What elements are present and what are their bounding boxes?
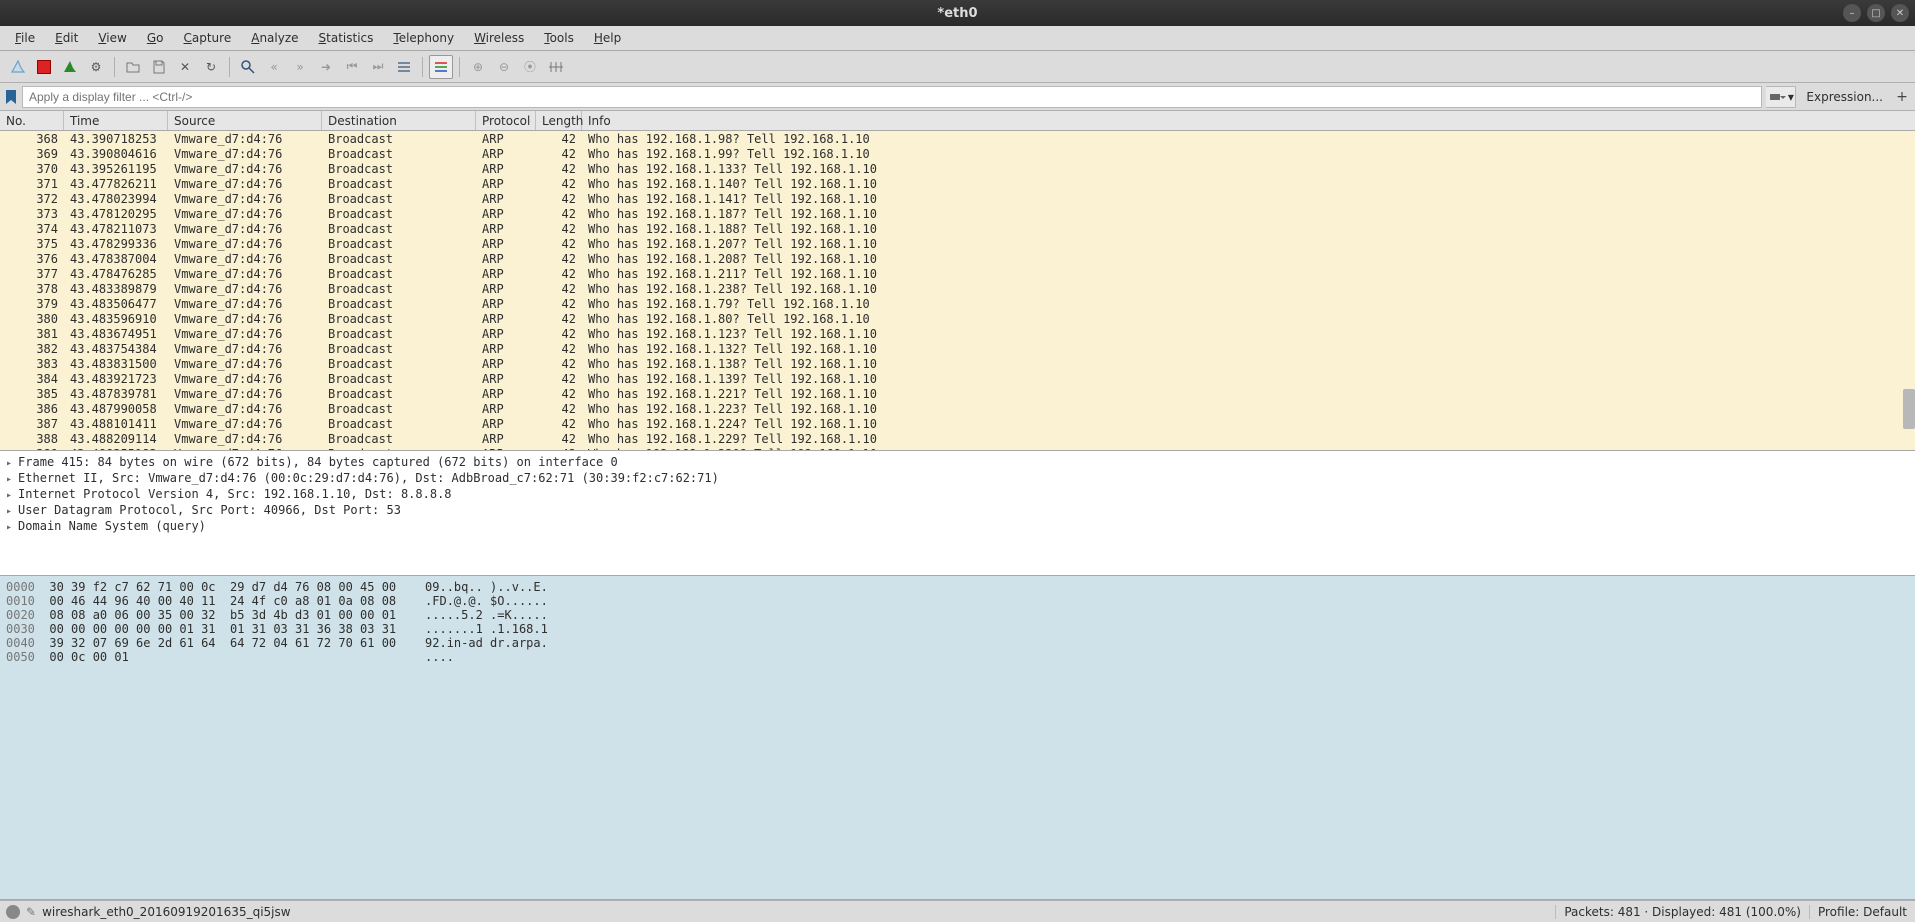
- menu-edit[interactable]: Edit: [46, 28, 87, 48]
- packet-row[interactable]: 38743.488101411Vmware_d7:d4:76BroadcastA…: [0, 416, 1915, 431]
- packet-row[interactable]: 37343.478120295Vmware_d7:d4:76BroadcastA…: [0, 206, 1915, 221]
- packet-row[interactable]: 37443.478211073Vmware_d7:d4:76BroadcastA…: [0, 221, 1915, 236]
- packet-details-pane: Frame 415: 84 bytes on wire (672 bits), …: [0, 451, 1915, 576]
- zoom-reset-button[interactable]: ⦿: [518, 55, 542, 79]
- autoscroll-button[interactable]: [392, 55, 416, 79]
- hex-row[interactable]: 0010 00 46 44 96 40 00 40 11 24 4f c0 a8…: [6, 594, 1909, 608]
- menu-wireless[interactable]: Wireless: [465, 28, 533, 48]
- display-filter-input[interactable]: [22, 86, 1762, 108]
- hex-row[interactable]: 0000 30 39 f2 c7 62 71 00 0c 29 d7 d4 76…: [6, 580, 1909, 594]
- column-header-destination[interactable]: Destination: [322, 111, 476, 130]
- menu-tools[interactable]: Tools: [535, 28, 583, 48]
- capture-options-button[interactable]: ⚙: [84, 55, 108, 79]
- go-last-button[interactable]: ⏭: [366, 55, 390, 79]
- column-header-protocol[interactable]: Protocol: [476, 111, 536, 130]
- add-filter-button[interactable]: +: [1893, 88, 1911, 106]
- packet-list-pane: No. Time Source Destination Protocol Len…: [0, 111, 1915, 451]
- expression-button[interactable]: Expression...: [1800, 87, 1889, 107]
- detail-tree-item[interactable]: Ethernet II, Src: Vmware_d7:d4:76 (00:0c…: [6, 471, 1909, 487]
- filter-dropdown-button[interactable]: ▾: [1766, 86, 1796, 108]
- hex-row[interactable]: 0020 08 08 a0 06 00 35 00 32 b5 3d 4b d3…: [6, 608, 1909, 622]
- resize-columns-button[interactable]: [544, 55, 568, 79]
- packet-bytes-pane: 0000 30 39 f2 c7 62 71 00 0c 29 d7 d4 76…: [0, 576, 1915, 900]
- packet-row[interactable]: 38343.483831500Vmware_d7:d4:76BroadcastA…: [0, 356, 1915, 371]
- stop-icon: [37, 60, 51, 74]
- toolbar: ⚙ ✕ ↻ « » ➜ ⏮ ⏭ ⊕ ⊖ ⦿: [0, 51, 1915, 83]
- expert-info-icon[interactable]: [6, 905, 20, 919]
- packet-row[interactable]: 37143.477826211Vmware_d7:d4:76BroadcastA…: [0, 176, 1915, 191]
- menubar: FileEditViewGoCaptureAnalyzeStatisticsTe…: [0, 26, 1915, 51]
- go-forward-button[interactable]: »: [288, 55, 312, 79]
- hex-row[interactable]: 0030 00 00 00 00 00 00 01 31 01 31 03 31…: [6, 622, 1909, 636]
- packet-list-header: No. Time Source Destination Protocol Len…: [0, 111, 1915, 131]
- status-profile[interactable]: Profile: Default: [1810, 905, 1915, 919]
- zoom-out-button[interactable]: ⊖: [492, 55, 516, 79]
- window-title: *eth0: [937, 6, 977, 21]
- shark-fin-icon[interactable]: [6, 55, 30, 79]
- filter-bar: ▾ Expression... +: [0, 83, 1915, 111]
- packet-row[interactable]: 36843.390718253Vmware_d7:d4:76BroadcastA…: [0, 131, 1915, 146]
- go-first-button[interactable]: ⏮: [340, 55, 364, 79]
- minimize-button[interactable]: –: [1843, 4, 1861, 22]
- packet-row[interactable]: 37043.395261195Vmware_d7:d4:76BroadcastA…: [0, 161, 1915, 176]
- menu-help[interactable]: Help: [585, 28, 630, 48]
- detail-tree-item[interactable]: Frame 415: 84 bytes on wire (672 bits), …: [6, 455, 1909, 471]
- zoom-in-button[interactable]: ⊕: [466, 55, 490, 79]
- menu-capture[interactable]: Capture: [174, 28, 240, 48]
- column-header-time[interactable]: Time: [64, 111, 168, 130]
- column-header-length[interactable]: Length: [536, 111, 582, 130]
- packet-row[interactable]: 37743.478476285Vmware_d7:d4:76BroadcastA…: [0, 266, 1915, 281]
- packet-row[interactable]: 38943.488355183Vmware_d7:d4:76BroadcastA…: [0, 446, 1915, 450]
- find-packet-button[interactable]: [236, 55, 260, 79]
- status-file: wireshark_eth0_20160919201635_qi5jsw: [42, 905, 291, 919]
- packet-row[interactable]: 37543.478299336Vmware_d7:d4:76BroadcastA…: [0, 236, 1915, 251]
- status-bar: ✎ wireshark_eth0_20160919201635_qi5jsw P…: [0, 900, 1915, 922]
- column-header-source[interactable]: Source: [168, 111, 322, 130]
- detail-tree-item[interactable]: Internet Protocol Version 4, Src: 192.16…: [6, 487, 1909, 503]
- packet-row[interactable]: 38443.483921723Vmware_d7:d4:76BroadcastA…: [0, 371, 1915, 386]
- hex-row[interactable]: 0050 00 0c 00 01 ....: [6, 650, 1909, 664]
- menu-analyze[interactable]: Analyze: [242, 28, 307, 48]
- menu-statistics[interactable]: Statistics: [310, 28, 383, 48]
- packet-row[interactable]: 38043.483596910Vmware_d7:d4:76BroadcastA…: [0, 311, 1915, 326]
- column-header-no[interactable]: No.: [0, 111, 64, 130]
- close-file-button[interactable]: ✕: [173, 55, 197, 79]
- menu-telephony[interactable]: Telephony: [384, 28, 463, 48]
- go-back-button[interactable]: «: [262, 55, 286, 79]
- status-packets: Packets: 481 · Displayed: 481 (100.0%): [1555, 905, 1810, 919]
- packet-row[interactable]: 37943.483506477Vmware_d7:d4:76BroadcastA…: [0, 296, 1915, 311]
- packet-row[interactable]: 38843.488209114Vmware_d7:d4:76BroadcastA…: [0, 431, 1915, 446]
- capture-file-edit-icon[interactable]: ✎: [26, 905, 36, 919]
- detail-tree-item[interactable]: Domain Name System (query): [6, 519, 1909, 535]
- detail-tree-item[interactable]: User Datagram Protocol, Src Port: 40966,…: [6, 503, 1909, 519]
- packet-row[interactable]: 38243.483754384Vmware_d7:d4:76BroadcastA…: [0, 341, 1915, 356]
- go-to-packet-button[interactable]: ➜: [314, 55, 338, 79]
- packet-row[interactable]: 38643.487990058Vmware_d7:d4:76BroadcastA…: [0, 401, 1915, 416]
- packet-row[interactable]: 37643.478387004Vmware_d7:d4:76BroadcastA…: [0, 251, 1915, 266]
- save-file-button[interactable]: [147, 55, 171, 79]
- open-file-button[interactable]: [121, 55, 145, 79]
- stop-capture-button[interactable]: [32, 55, 56, 79]
- menu-view[interactable]: View: [89, 28, 135, 48]
- close-button[interactable]: ✕: [1891, 4, 1909, 22]
- titlebar: *eth0 – □ ✕: [0, 0, 1915, 26]
- menu-file[interactable]: File: [6, 28, 44, 48]
- packet-row[interactable]: 36943.390804616Vmware_d7:d4:76BroadcastA…: [0, 146, 1915, 161]
- menu-go[interactable]: Go: [138, 28, 173, 48]
- scrollbar-thumb[interactable]: [1903, 389, 1915, 429]
- packet-row[interactable]: 37243.478023994Vmware_d7:d4:76BroadcastA…: [0, 191, 1915, 206]
- colorize-button[interactable]: [429, 55, 453, 79]
- packet-row[interactable]: 38543.487839781Vmware_d7:d4:76BroadcastA…: [0, 386, 1915, 401]
- hex-row[interactable]: 0040 39 32 07 69 6e 2d 61 64 64 72 04 61…: [6, 636, 1909, 650]
- packet-row[interactable]: 37843.483389879Vmware_d7:d4:76BroadcastA…: [0, 281, 1915, 296]
- maximize-button[interactable]: □: [1867, 4, 1885, 22]
- packet-row[interactable]: 38143.483674951Vmware_d7:d4:76BroadcastA…: [0, 326, 1915, 341]
- column-header-info[interactable]: Info: [582, 111, 1915, 130]
- bookmark-icon[interactable]: [4, 90, 18, 104]
- restart-capture-button[interactable]: [58, 55, 82, 79]
- reload-button[interactable]: ↻: [199, 55, 223, 79]
